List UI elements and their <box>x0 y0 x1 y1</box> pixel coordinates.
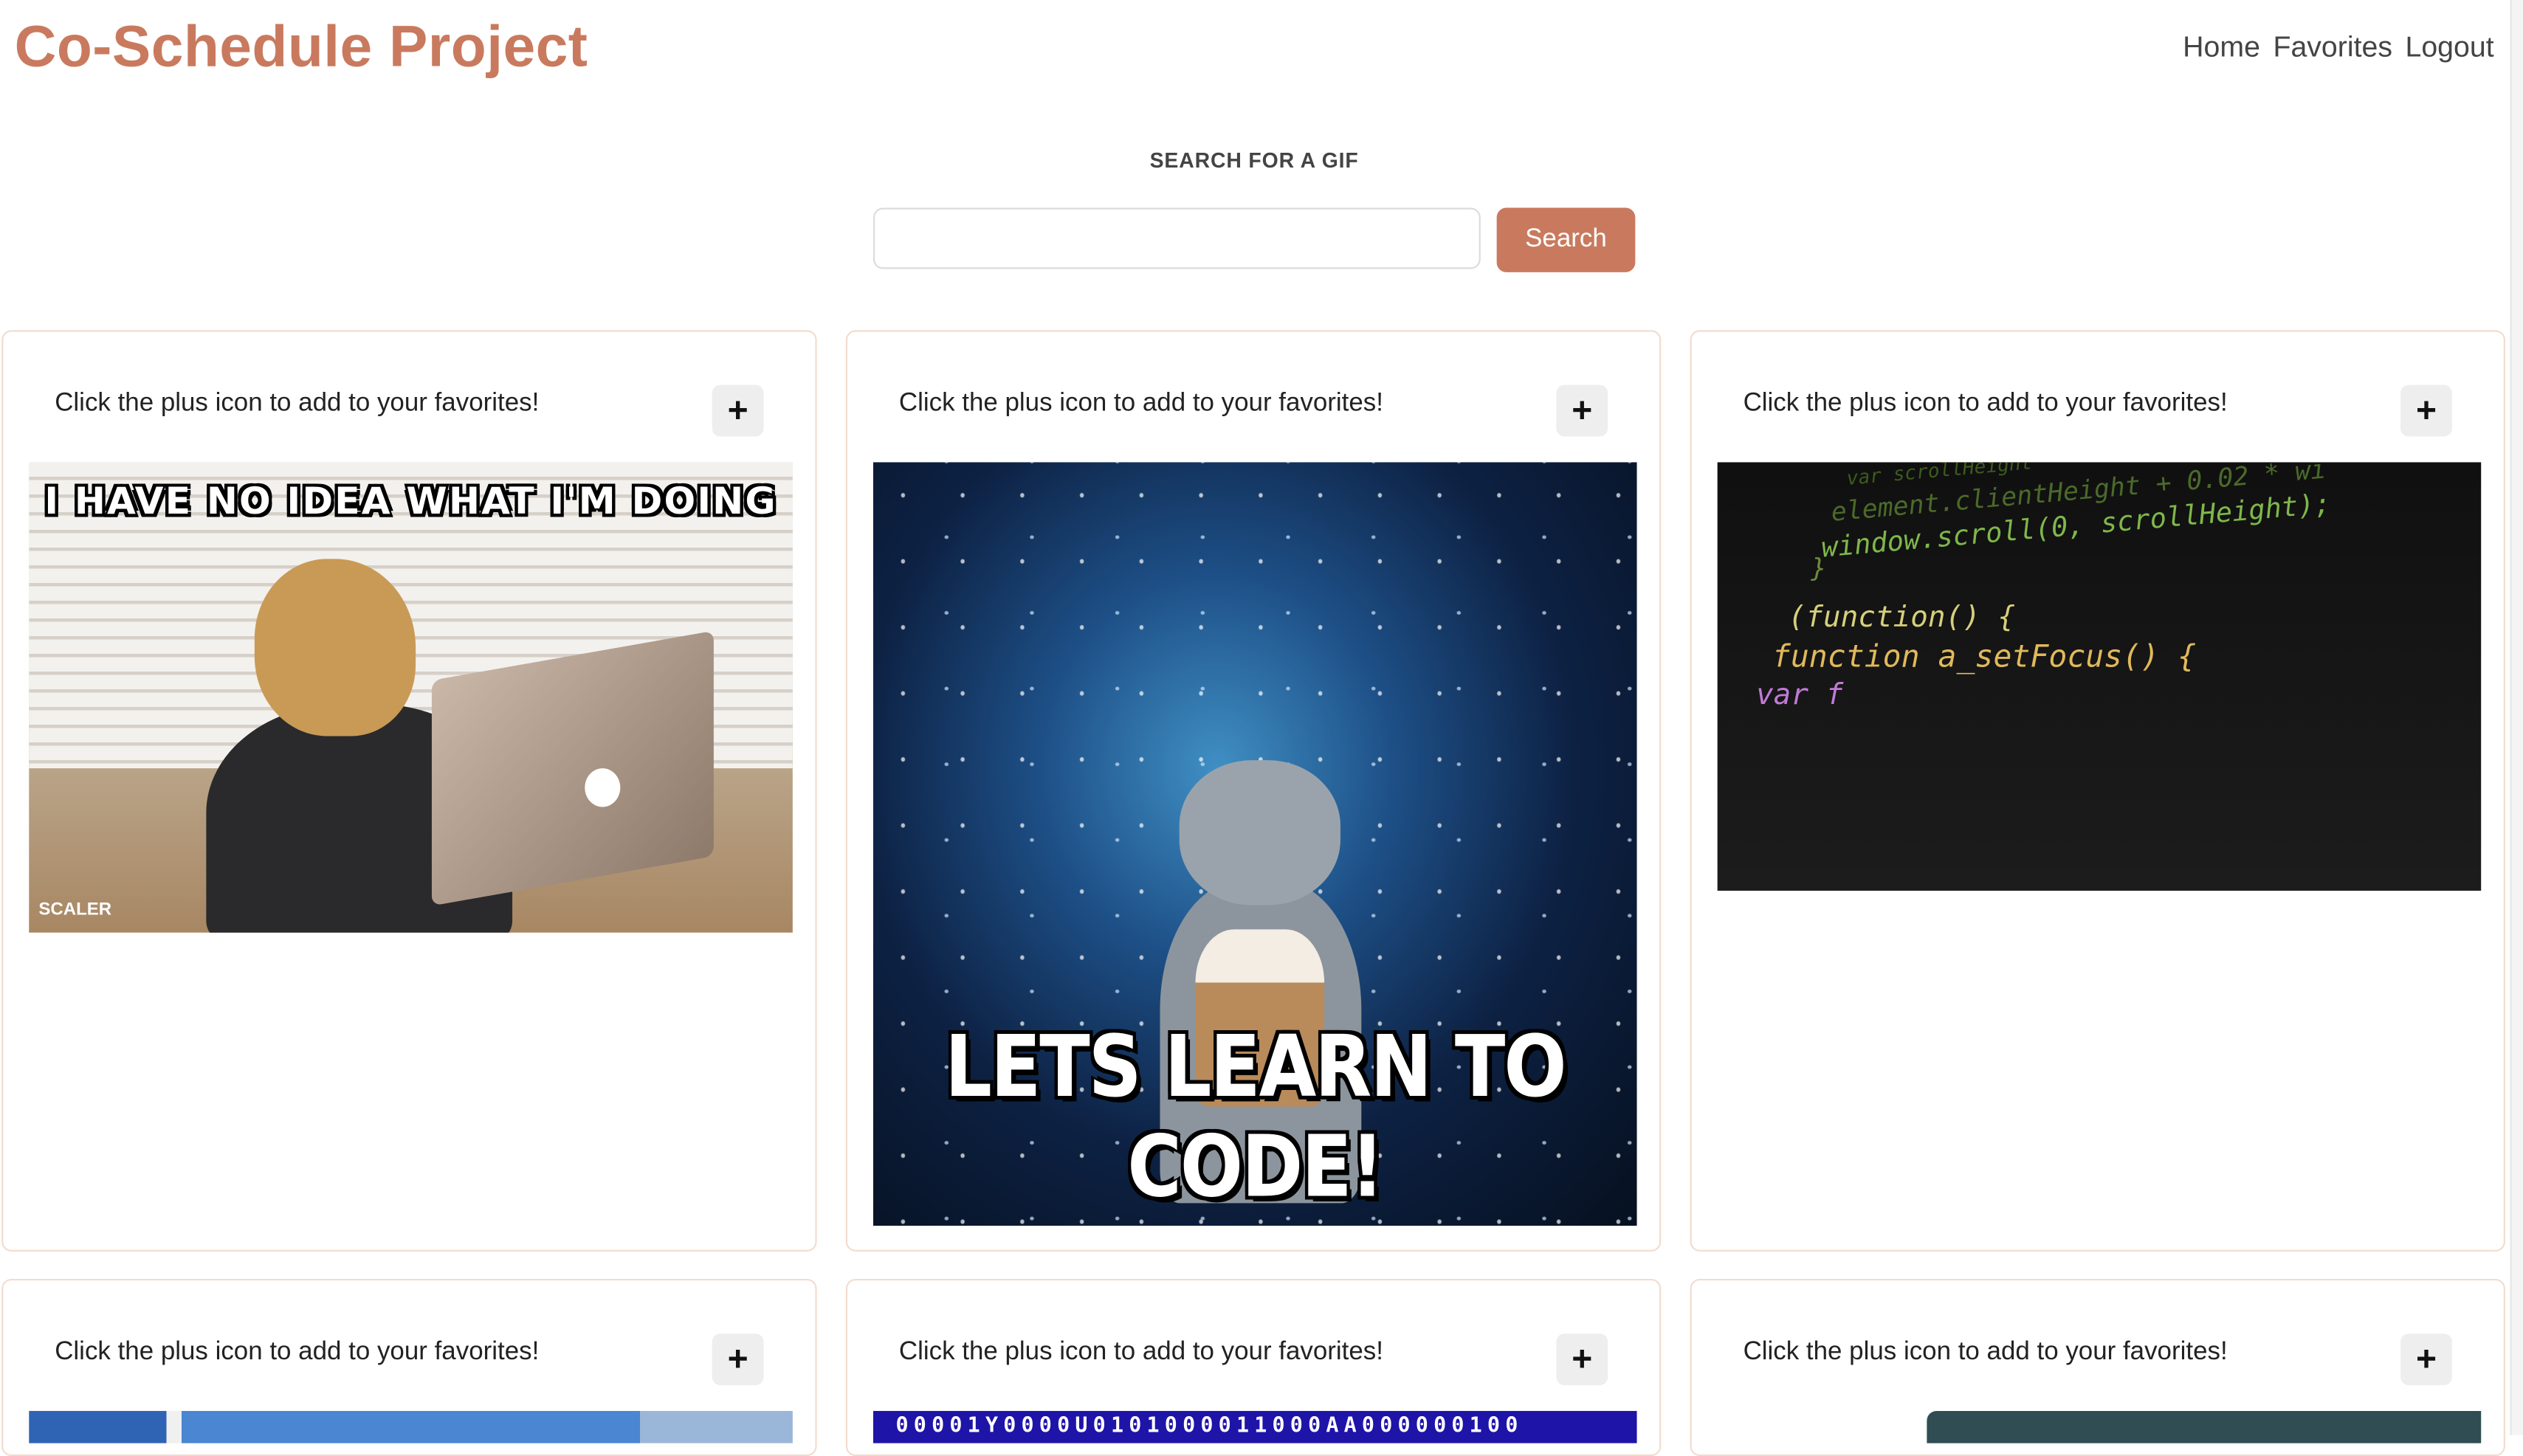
gif-caption: LETS LEARN TO CODE! <box>945 1016 1567 1217</box>
gif-card: Click the plus icon to add to your favor… <box>1690 1278 2505 1456</box>
page-scrollbar[interactable] <box>2510 0 2523 1435</box>
nav-favorites-link[interactable]: Favorites <box>2273 30 2392 64</box>
card-instruction-text: Click the plus icon to add to your favor… <box>55 1338 540 1366</box>
add-favorite-button[interactable]: + <box>2400 1333 2452 1386</box>
gif-card: Click the plus icon to add to your favor… <box>1 330 817 1252</box>
card-instruction-text: Click the plus icon to add to your favor… <box>898 1338 1383 1366</box>
apple-logo-icon <box>585 768 621 807</box>
add-favorite-button[interactable]: + <box>712 384 764 437</box>
top-nav: Home Favorites Logout <box>2183 30 2493 64</box>
gif-card: Click the plus icon to add to your favor… <box>1 1278 817 1456</box>
app-root: Co-Schedule Project Home Favorites Logou… <box>0 0 2523 1456</box>
gif-image: LETS LEARN TO CODE! <box>872 462 1637 1226</box>
code-line: function a_setFocus() { <box>1772 639 2197 675</box>
code-line: } <box>1811 552 1827 584</box>
gif-image <box>1927 1410 2482 1443</box>
card-instruction-text: Click the plus icon to add to your favor… <box>1743 1338 2228 1366</box>
search-button[interactable]: Search <box>1496 207 1636 272</box>
gif-card: Click the plus icon to add to your favor… <box>845 330 1662 1252</box>
brand-title[interactable]: Co-Schedule Project <box>15 13 588 80</box>
gif-image: 00001Y0000U0101000011000AA000000100 <box>872 1410 1637 1443</box>
gif-watermark: SCALER <box>38 900 112 920</box>
code-line: (function() { <box>1788 601 2016 635</box>
add-favorite-button[interactable]: + <box>2400 384 2452 437</box>
add-favorite-button[interactable]: + <box>1556 1333 1608 1386</box>
gif-card: Click the plus icon to add to your favor… <box>1690 330 2505 1252</box>
search-input[interactable] <box>872 207 1481 269</box>
search-label: SEARCH FOR A GIF <box>1149 148 1359 173</box>
add-favorite-button[interactable]: + <box>712 1333 764 1386</box>
gif-figure <box>1179 760 1340 905</box>
gif-figure <box>254 559 416 736</box>
gif-card: Click the plus icon to add to your favor… <box>845 1278 1662 1456</box>
card-instruction-text: Click the plus icon to add to your favor… <box>55 390 540 418</box>
gif-image: I HAVE NO IDEA WHAT I'M DOING SCALER <box>29 462 793 933</box>
nav-home-link[interactable]: Home <box>2183 30 2260 64</box>
gif-caption: I HAVE NO IDEA WHAT I'M DOING <box>44 481 777 524</box>
add-favorite-button[interactable]: + <box>1556 384 1608 437</box>
nav-logout-link[interactable]: Logout <box>2405 30 2493 64</box>
code-line: var f <box>1756 677 1844 712</box>
card-instruction-text: Click the plus icon to add to your favor… <box>1743 390 2228 418</box>
gif-image <box>29 1410 793 1443</box>
gif-image: var scrollHeight element.clientHeight + … <box>1717 462 2482 891</box>
card-instruction-text: Click the plus icon to add to your favor… <box>898 390 1383 418</box>
